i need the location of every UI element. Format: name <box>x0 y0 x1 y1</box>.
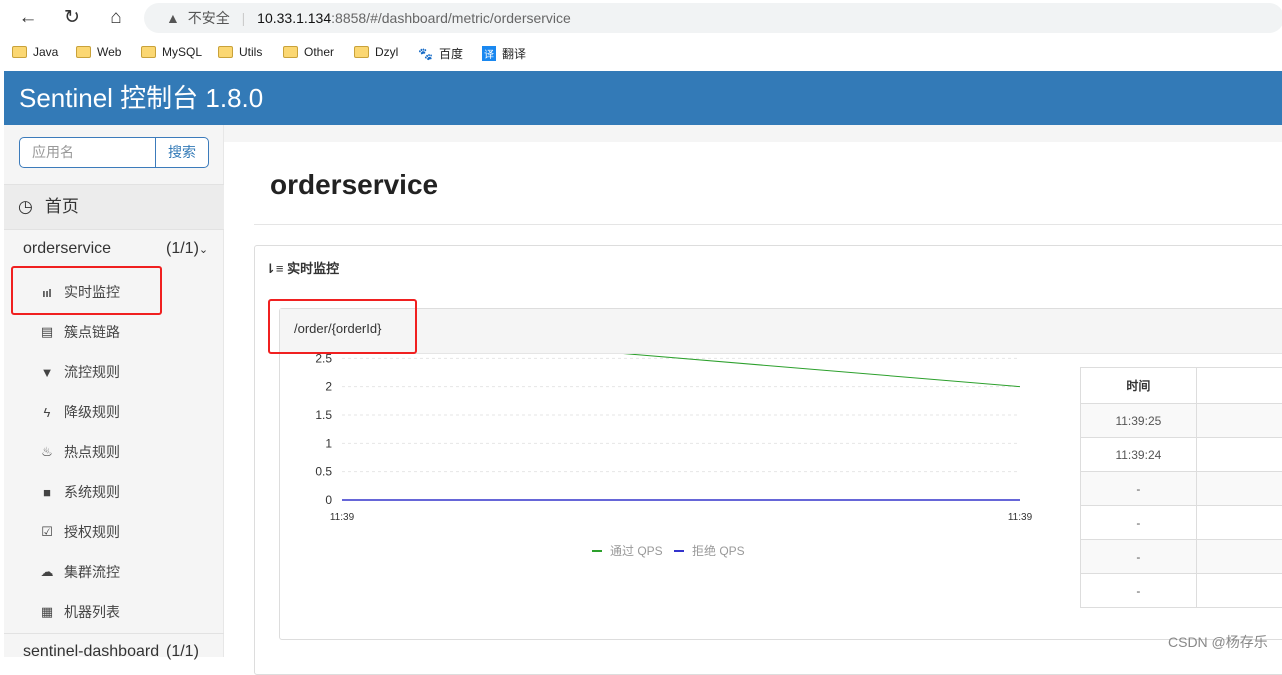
app-search-input[interactable]: 应用名 <box>19 137 156 168</box>
table-row: - <box>1081 472 1282 506</box>
sidebar-item[interactable]: ☑授权规则 <box>40 522 120 542</box>
x-tick-label: 11:39 <box>1008 512 1033 523</box>
bookmark[interactable]: Other <box>283 45 334 59</box>
folder-icon <box>218 46 233 58</box>
filter-icon: ▼ <box>40 365 54 380</box>
search-button[interactable]: 搜索 <box>155 137 209 168</box>
app-sentinel-dashboard[interactable]: sentinel-dashboard <box>23 643 159 661</box>
resource-card: /order/{orderId} 00.511.522.5311:3911:39… <box>279 308 1282 640</box>
folder-icon <box>283 46 298 58</box>
y-tick-label: 0 <box>325 493 332 507</box>
panel-title: ⇂≡ 实时监控 <box>265 258 339 277</box>
sidebar-item[interactable]: ııl实时监控 <box>40 282 120 302</box>
legend-label: 拒绝 QPS <box>692 543 745 558</box>
browser-toolbar: ← ↻ ⌂ ▲ 不安全 | 10.33.1.134:8858/#/dashboa… <box>0 0 1282 36</box>
app-header: Sentinel 控制台 1.8.0 <box>4 71 1282 125</box>
folder-icon <box>12 46 27 58</box>
cloud-icon: ☁ <box>40 564 54 580</box>
list-icon: ▤ <box>40 324 54 340</box>
home-label: 首页 <box>45 197 79 216</box>
grid-icon: ▦ <box>40 604 54 620</box>
page-title: orderservice <box>270 169 438 201</box>
folder-icon <box>76 46 91 58</box>
sidebar-item[interactable]: ☁集群流控 <box>40 562 120 582</box>
x-tick-label: 11:39 <box>330 512 355 523</box>
sidebar-item[interactable]: ■系统规则 <box>40 482 120 502</box>
y-tick-label: 1.5 <box>315 408 332 422</box>
folder-icon <box>141 46 156 58</box>
table-row: - <box>1081 506 1282 540</box>
sidebar-item[interactable]: ▦机器列表 <box>40 602 120 622</box>
fire-icon: ♨ <box>40 444 54 460</box>
bookmarks-bar: Java Web MySQL Utils Other Dzyl 🐾百度 译翻译 <box>0 36 1282 70</box>
url-host: 10.33.1.134 <box>257 10 331 26</box>
bookmark[interactable]: Web <box>76 45 121 59</box>
qps-chart: 00.511.522.5311:3911:39通过 QPS拒绝 QPS <box>280 354 1070 640</box>
reload-icon[interactable]: ↻ <box>60 6 84 30</box>
baidu-icon: 🐾 <box>418 47 433 61</box>
back-icon[interactable]: ← <box>16 6 40 30</box>
series-line <box>342 354 1020 387</box>
legend-label: 通过 QPS <box>610 544 663 558</box>
bookmark[interactable]: 🐾百度 <box>418 45 463 62</box>
table-row: 11:39:25 <box>1081 404 1282 438</box>
folder-icon <box>354 46 369 58</box>
app-orderservice[interactable]: orderservice <box>23 240 111 258</box>
y-tick-label: 2 <box>325 380 332 394</box>
y-tick-label: 1 <box>325 436 332 450</box>
translate-icon: 译 <box>482 46 496 61</box>
sidebar-item-home[interactable]: ◷ 首页 <box>4 184 224 230</box>
bookmark[interactable]: Java <box>12 45 58 59</box>
bar-chart-icon: ııl <box>40 285 54 300</box>
sidebar-item[interactable]: ▤簇点链路 <box>40 322 120 342</box>
check-icon: ☑ <box>40 524 54 540</box>
home-icon[interactable]: ⌂ <box>104 6 128 30</box>
bookmark[interactable]: Dzyl <box>354 45 398 59</box>
dashboard-icon: ◷ <box>18 197 33 216</box>
col-time: 时间 <box>1081 368 1197 404</box>
y-tick-label: 2.5 <box>315 354 332 365</box>
warning-icon: ▲ <box>166 10 180 26</box>
bookmark[interactable]: 译翻译 <box>482 45 526 62</box>
sidebar-item[interactable]: ϟ降级规则 <box>40 402 120 422</box>
sidebar-item[interactable]: ▼流控规则 <box>40 362 120 382</box>
watermark: CSDN @杨存乐 <box>1168 632 1268 652</box>
flash-icon: ϟ <box>40 405 54 420</box>
table-row: - <box>1081 540 1282 574</box>
bookmark[interactable]: MySQL <box>141 45 202 59</box>
address-bar[interactable]: ▲ 不安全 | 10.33.1.134:8858/#/dashboard/met… <box>144 3 1282 33</box>
bookmark[interactable]: Utils <box>218 45 262 59</box>
app-count: (1/1)⌄ <box>166 240 208 258</box>
app-count: (1/1) <box>166 643 199 661</box>
security-label: 不安全 <box>188 10 230 26</box>
main: orderservice ⇂≡ 实时监控 /order/{orderId} 00… <box>224 125 1282 657</box>
metric-table: 时间11:39:2511:39:24---- <box>1080 367 1282 608</box>
y-tick-label: 0.5 <box>315 465 332 479</box>
sort-icon: ⇂≡ <box>265 261 283 276</box>
table-row: - <box>1081 574 1282 608</box>
lock-icon: ■ <box>40 485 54 500</box>
highlight-box <box>268 299 417 354</box>
sidebar: 应用名 搜索 ◷首页 orderservice (1/1)⌄ sentinel-… <box>4 125 224 657</box>
url-path: :8858/#/dashboard/metric/orderservice <box>331 10 571 26</box>
sidebar-item[interactable]: ♨热点规则 <box>40 442 120 462</box>
table-row: 11:39:24 <box>1081 438 1282 472</box>
